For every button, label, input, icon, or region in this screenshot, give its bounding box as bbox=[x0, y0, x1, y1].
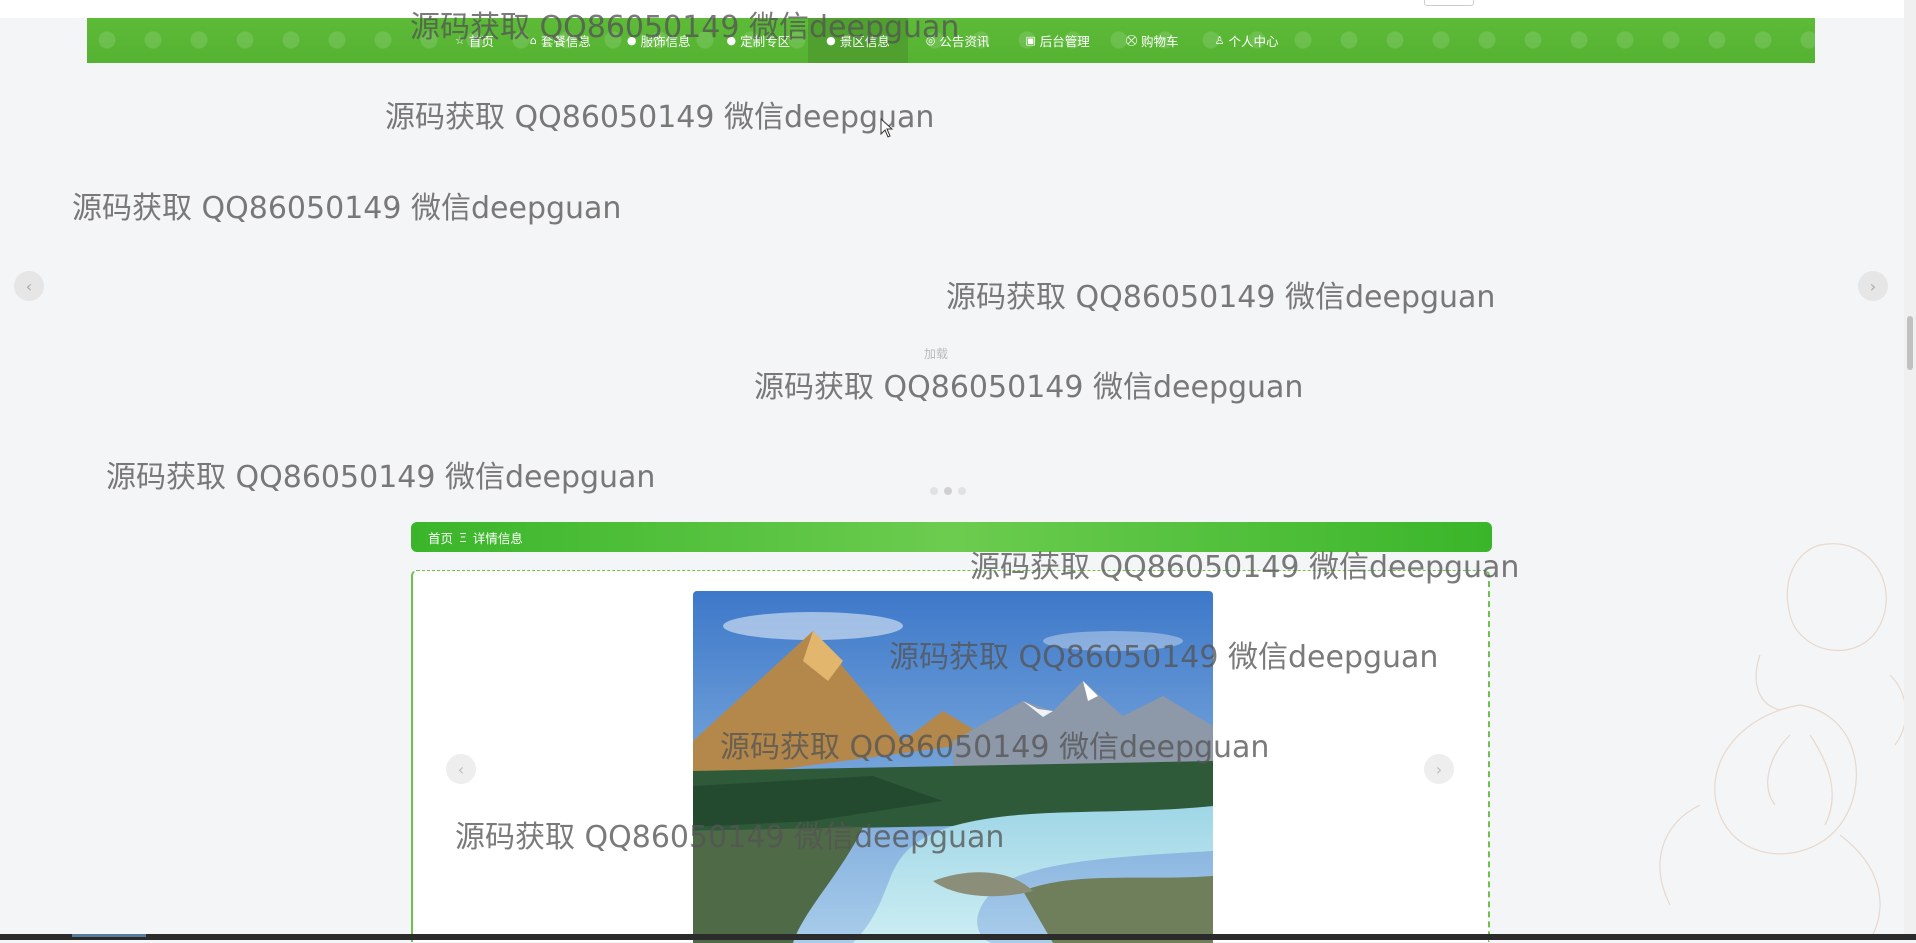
top-strip bbox=[0, 0, 1916, 18]
nav-item[interactable]: ♙ 个人中心 bbox=[1197, 18, 1297, 63]
nav-items: ☆ 首页 ⌂ 套餐信息 ● 服饰信息 ● 定制专区 ● 景区信息 ◎ 公告资讯 ▣ 后台管理 ⛒ 购物车 ♙ 个人… bbox=[437, 18, 1296, 63]
nav-item-label: 定制专区 bbox=[740, 34, 791, 49]
nav-item[interactable]: ● 服饰信息 bbox=[609, 18, 709, 63]
nav-item-icon: ● bbox=[826, 34, 836, 47]
breadcrumb-separator-icon: Ξ bbox=[459, 529, 467, 545]
nav-item[interactable]: ⌂ 套餐信息 bbox=[512, 18, 609, 63]
breadcrumb-home[interactable]: 首页 bbox=[428, 528, 453, 547]
nav-item-icon: ☆ bbox=[455, 34, 465, 47]
breadcrumb-current: 详情信息 bbox=[472, 530, 523, 546]
nav-item[interactable]: ☆ 首页 bbox=[437, 18, 512, 63]
nav-item[interactable]: ● 景区信息 bbox=[808, 18, 908, 63]
nav-item-label: 公告资讯 bbox=[939, 34, 990, 49]
page-scrollbar[interactable] bbox=[1904, 0, 1916, 940]
nav-item[interactable]: ⛒ 购物车 bbox=[1108, 18, 1197, 63]
nav-item-label: 首页 bbox=[468, 34, 494, 49]
nav-item-icon: ♙ bbox=[1214, 34, 1225, 47]
nav-item[interactable]: ▣ 后台管理 bbox=[1007, 18, 1107, 63]
banner-next-arrow-icon[interactable]: › bbox=[1858, 271, 1888, 301]
mouse-cursor-icon bbox=[880, 118, 894, 138]
scrollbar-thumb[interactable] bbox=[1907, 316, 1913, 370]
nav-item-icon: ▣ bbox=[1025, 34, 1036, 47]
detail-panel: ‹ › bbox=[411, 570, 1490, 943]
banner-dot[interactable] bbox=[930, 487, 938, 495]
banner-dot[interactable] bbox=[958, 487, 966, 495]
image-prev-arrow-icon[interactable]: ‹ bbox=[446, 754, 476, 784]
banner-dots bbox=[930, 487, 966, 495]
main-navbar: ☆ 首页 ⌂ 套餐信息 ● 服饰信息 ● 定制专区 ● 景区信息 ◎ 公告资讯 ▣ 后台管理 ⛒ 购物车 ♙ 个人… bbox=[87, 18, 1815, 63]
banner-carousel: ‹ › 加载 bbox=[0, 63, 1916, 503]
nav-item-label: 景区信息 bbox=[839, 34, 890, 49]
image-next-arrow-icon[interactable]: › bbox=[1424, 754, 1454, 784]
nav-item[interactable]: ● 定制专区 bbox=[709, 18, 809, 63]
nav-item[interactable]: ◎ 公告资讯 bbox=[908, 18, 1008, 63]
scenic-photo bbox=[693, 591, 1213, 943]
nav-item-label: 个人中心 bbox=[1228, 34, 1279, 49]
nav-item-icon: ⌂ bbox=[529, 34, 537, 47]
banner-prev-arrow-icon[interactable]: ‹ bbox=[14, 271, 44, 301]
taskbar-strip bbox=[0, 934, 1916, 940]
nav-item-icon: ◎ bbox=[925, 34, 936, 47]
nav-item-icon: ⛒ bbox=[1125, 33, 1138, 47]
search-button-clipped[interactable] bbox=[1424, 0, 1474, 6]
nav-item-icon: ● bbox=[626, 34, 637, 47]
breadcrumb: 首页 Ξ 详情信息 bbox=[411, 522, 1492, 552]
nav-item-label: 购物车 bbox=[1141, 34, 1179, 49]
nav-item-icon: ● bbox=[726, 34, 737, 47]
nav-item-label: 服饰信息 bbox=[640, 34, 691, 49]
nav-item-label: 后台管理 bbox=[1039, 34, 1090, 49]
nav-item-label: 套餐信息 bbox=[540, 34, 591, 49]
banner-loading-text: 加载 bbox=[924, 347, 949, 361]
banner-dot-active[interactable] bbox=[944, 487, 952, 495]
floral-decoration-icon bbox=[1659, 543, 1907, 940]
